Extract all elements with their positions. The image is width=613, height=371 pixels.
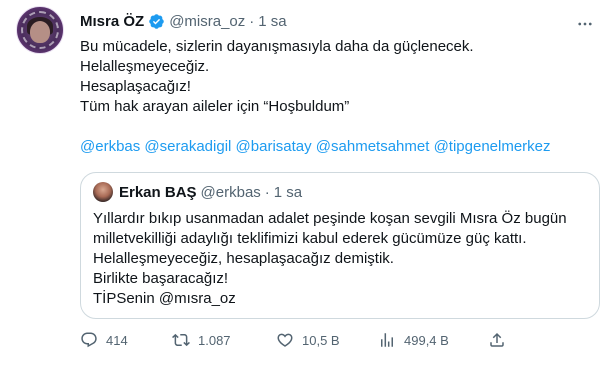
tweet[interactable]: Mısra ÖZ @misra_oz · 1 sa Bu mücadele, s…: [0, 0, 613, 371]
mention-link[interactable]: @sahmetsahmet: [316, 138, 430, 155]
timestamp[interactable]: 1 sa: [258, 13, 286, 30]
more-icon[interactable]: [575, 14, 595, 34]
mentions: @erkbas @serakadigil @barisatay @sahmets…: [80, 137, 551, 157]
separator-dot: ·: [249, 13, 255, 30]
mention-link[interactable]: @erkbas: [80, 138, 140, 155]
tweet-line: Tüm hak arayan aileler için “Hoşbuldum”: [80, 98, 350, 115]
quoted-line: TİPSenin @mısra_oz: [93, 290, 236, 307]
reply-icon: [81, 332, 97, 348]
like-count: 10,5 B: [302, 332, 340, 348]
like-button[interactable]: 10,5 B: [276, 331, 340, 349]
tweet-text: Bu mücadele, sizlerin dayanışmasıyla dah…: [80, 37, 474, 117]
tweet-line: Hesaplaşacağız!: [80, 78, 191, 95]
quoted-tweet[interactable]: Erkan BAŞ @erkbas · 1 sa Yıllardır bıkıp…: [80, 172, 600, 319]
like-icon: [277, 333, 293, 347]
quoted-author-name: Erkan BAŞ: [119, 183, 197, 201]
quoted-line: Birlikte başaracağız!: [93, 270, 229, 287]
views-icon: [381, 333, 393, 347]
share-icon: [490, 332, 504, 347]
author-handle[interactable]: @misra_oz: [169, 13, 245, 30]
quoted-line: milletvekilliği adaylığı teklifimizi kab…: [93, 230, 527, 247]
reply-count: 414: [106, 332, 128, 348]
reply-button[interactable]: 414: [80, 331, 128, 349]
quoted-timestamp: 1 sa: [273, 183, 303, 201]
quoted-line: Helalleşmeyeceğiz, hesaplaşacağız demişt…: [93, 250, 394, 267]
quoted-author-handle: @erkbas: [200, 183, 261, 201]
mention-link[interactable]: @barisatay: [236, 138, 312, 155]
view-count: 499,4 B: [404, 332, 449, 348]
retweet-count: 1.087: [198, 332, 231, 348]
quoted-tweet-text: Yıllardır bıkıp usanmadan adalet peşinde…: [93, 209, 567, 309]
author-name[interactable]: Mısra ÖZ: [80, 13, 144, 30]
tweet-line: Bu mücadele, sizlerin dayanışmasıyla dah…: [80, 38, 474, 55]
action-bar: 414 1.087 10,5 B 499,4 B: [80, 331, 600, 351]
quoted-line: Yıllardır bıkıp usanmadan adalet peşinde…: [93, 210, 567, 227]
tweet-header: Mısra ÖZ @misra_oz · 1 sa: [80, 13, 287, 30]
quoted-tweet-header: Erkan BAŞ @erkbas · 1 sa: [93, 182, 302, 202]
retweet-button[interactable]: 1.087: [172, 331, 231, 349]
tweet-line: Helalleşmeyeceğiz.: [80, 58, 210, 75]
mention-link[interactable]: @serakadigil: [144, 138, 231, 155]
mention-link[interactable]: @tipgenelmerkez: [434, 138, 551, 155]
quoted-avatar: [93, 182, 113, 202]
views-button[interactable]: 499,4 B: [378, 331, 449, 349]
avatar[interactable]: [16, 6, 64, 54]
avatar-face: [30, 21, 50, 43]
separator-dot: ·: [264, 183, 270, 201]
retweet-icon: [172, 333, 190, 347]
share-button[interactable]: [488, 331, 514, 349]
verified-badge-icon: [148, 13, 165, 30]
